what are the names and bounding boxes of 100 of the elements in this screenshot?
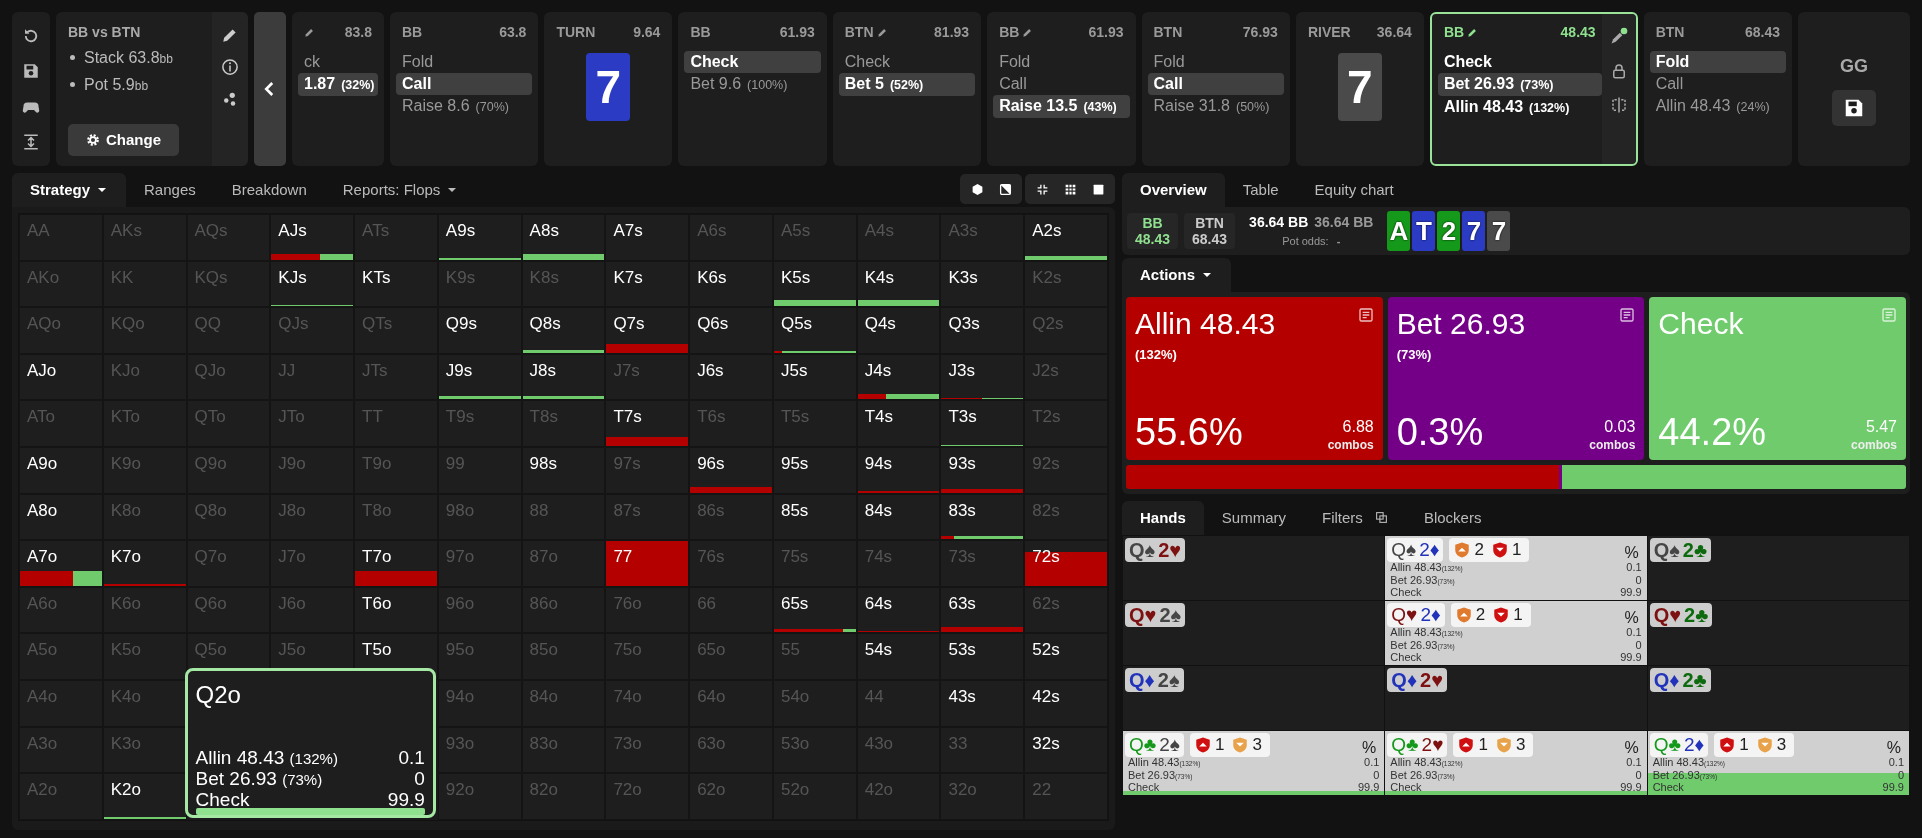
tab[interactable]: Breakdown	[213, 172, 325, 207]
save-icon[interactable]	[22, 62, 40, 81]
combo-cell[interactable]: Q♦2♣	[1647, 666, 1909, 730]
action-tile[interactable]: Allin 48.43 (132%) 55.6% 6.88 combos	[1126, 297, 1383, 460]
decision-card[interactable]: BTN 81.93 Check Bet 5 (52%)	[832, 12, 982, 166]
action-option[interactable]: Bet 9.6 (100%)	[684, 73, 821, 96]
hand-cell[interactable]: 54s	[856, 633, 941, 680]
hand-cell[interactable]: Q7s	[605, 307, 690, 354]
hand-cell[interactable]: 65s	[772, 586, 857, 634]
pencil-icon[interactable]	[876, 27, 888, 38]
hand-cell[interactable]: T4s	[856, 400, 941, 447]
action-option[interactable]: Call	[1147, 73, 1284, 95]
note-icon[interactable]	[1619, 307, 1636, 323]
note-icon[interactable]	[1357, 307, 1374, 323]
save-button[interactable]	[1832, 89, 1876, 126]
hand-cell[interactable]: K6s	[689, 260, 773, 308]
hand-cell[interactable]: A8o	[19, 493, 103, 541]
player-stack-box[interactable]: BTN 68.43	[1184, 213, 1236, 249]
street-card[interactable]: TURN 9.64 7	[544, 12, 673, 166]
pencil-icon[interactable]	[1467, 27, 1479, 38]
action-option[interactable]: Raise 13.5 (43%)	[993, 95, 1130, 118]
combo-cell[interactable]: Q♦2♥	[1385, 666, 1647, 730]
hand-cell[interactable]: J8s	[521, 353, 606, 401]
action-option[interactable]: 1.87 (32%)	[298, 73, 378, 96]
hand-cell[interactable]: 96s	[689, 446, 773, 494]
hand-cell[interactable]: 77	[605, 540, 690, 587]
hand-cell[interactable]: Q8s	[521, 307, 606, 354]
hand-cell[interactable]: AJo	[19, 353, 103, 401]
hand-cell[interactable]: 42s	[1024, 679, 1108, 727]
tab[interactable]: Summary	[1203, 500, 1305, 535]
action-option[interactable]: Fold	[993, 51, 1130, 73]
action-option[interactable]: Fold	[1147, 51, 1284, 73]
hand-cell[interactable]: KTs	[354, 260, 438, 308]
tab[interactable]: Reports: Flops	[324, 172, 477, 207]
action-option[interactable]: Allin 48.43 (24%)	[1649, 95, 1786, 118]
decision-card[interactable]: BB 63.8 Fold Call Raise 8.6 (70%)	[390, 12, 539, 166]
hand-cell[interactable]: Q5s	[772, 307, 857, 354]
tab[interactable]: Hands	[1122, 500, 1204, 535]
hand-cell[interactable]: 95s	[772, 446, 857, 494]
hand-cell[interactable]: K2o	[102, 773, 187, 820]
pencil-icon[interactable]	[1022, 27, 1034, 38]
action-option[interactable]: Fold	[396, 51, 533, 73]
split-view-icon[interactable]	[1609, 96, 1628, 114]
hand-cell[interactable]: 83s	[940, 493, 1025, 541]
tab[interactable]: Strategy	[12, 172, 127, 207]
pencil-icon[interactable]	[304, 27, 315, 38]
tab[interactable]: Blockers	[1405, 500, 1500, 535]
tab[interactable]: Table	[1224, 172, 1297, 207]
combo-cell[interactable]: Q♠2♣	[1647, 536, 1909, 600]
hand-cell[interactable]: J4s	[856, 353, 941, 401]
hand-cell[interactable]: J6s	[689, 353, 773, 401]
hand-cell[interactable]: 53s	[940, 633, 1025, 680]
hand-cell[interactable]: 94s	[856, 446, 941, 494]
hand-cell[interactable]: 43s	[940, 679, 1025, 727]
decision-card[interactable]: BB 61.93 Fold Call Raise 13.5 (43%)	[987, 12, 1136, 166]
tab[interactable]: Filters	[1304, 500, 1406, 535]
hand-cell[interactable]: K4s	[856, 260, 941, 308]
tab[interactable]: Overview	[1122, 172, 1225, 207]
decision-card[interactable]: BB 48.43 Check Bet 26.93 (73%) Allin 48.43 (132%)	[1429, 12, 1638, 166]
decision-card[interactable]: BB 61.93 Check Bet 9.6 (100%)	[678, 12, 827, 166]
combo-cell[interactable]: Q♥2♣	[1647, 601, 1909, 665]
combo-cell[interactable]: Q♥2♠	[1123, 601, 1385, 665]
action-option[interactable]: Raise 31.8 (50%)	[1147, 95, 1284, 118]
tab[interactable]: Equity chart	[1296, 172, 1412, 207]
hand-cell[interactable]: 84s	[856, 493, 941, 541]
tab[interactable]: Ranges	[126, 172, 214, 207]
hand-cell[interactable]: Q9s	[437, 307, 522, 354]
info-icon[interactable]	[221, 58, 239, 76]
action-option[interactable]: Call	[1649, 73, 1786, 95]
hand-cell[interactable]: J9s	[437, 353, 522, 401]
combo-cell[interactable]: Q♦2♠	[1123, 666, 1385, 730]
change-button[interactable]: Change	[68, 123, 179, 156]
hand-cell[interactable]: A2s	[1024, 214, 1108, 261]
hand-cell[interactable]: A8s	[521, 214, 606, 261]
hand-cell[interactable]: A7o	[19, 540, 103, 587]
action-option[interactable]: Bet 26.93 (73%)	[1437, 73, 1602, 96]
hand-cell[interactable]: T7s	[605, 400, 690, 447]
hand-cell[interactable]: T7o	[354, 540, 438, 587]
hand-cell[interactable]: J3s	[940, 353, 1025, 401]
action-option[interactable]: Check	[684, 51, 821, 73]
hand-cell[interactable]: 32s	[1024, 726, 1108, 774]
hand-cell[interactable]: A9s	[437, 214, 522, 261]
hand-cell[interactable]: AJs	[270, 214, 355, 261]
hand-cell[interactable]: 98s	[521, 446, 606, 494]
hand-cell[interactable]: 72s	[1024, 540, 1108, 587]
hand-cell[interactable]: 85s	[772, 493, 857, 541]
action-option[interactable]: Check	[1437, 51, 1602, 73]
hand-cell[interactable]: A9o	[19, 446, 103, 494]
player-stack-box[interactable]: BB 48.43	[1127, 213, 1179, 249]
action-option[interactable]: ck	[298, 51, 378, 73]
hand-cell[interactable]: 64s	[856, 586, 941, 634]
action-option[interactable]: Allin 48.43 (132%)	[1437, 96, 1602, 119]
hand-cell[interactable]: Q6s	[689, 307, 773, 354]
decision-card[interactable]: BTN 76.93 Fold Call Raise 31.8 (50%)	[1141, 12, 1290, 166]
hand-cell[interactable]: K3s	[940, 260, 1025, 308]
hand-cell[interactable]: A7s	[605, 214, 690, 261]
actions-dropdown[interactable]: Actions	[1122, 257, 1231, 292]
action-option[interactable]: Raise 8.6 (70%)	[396, 95, 533, 118]
hand-cell[interactable]: K5s	[772, 260, 857, 308]
expand-vertical-icon[interactable]	[22, 133, 40, 152]
